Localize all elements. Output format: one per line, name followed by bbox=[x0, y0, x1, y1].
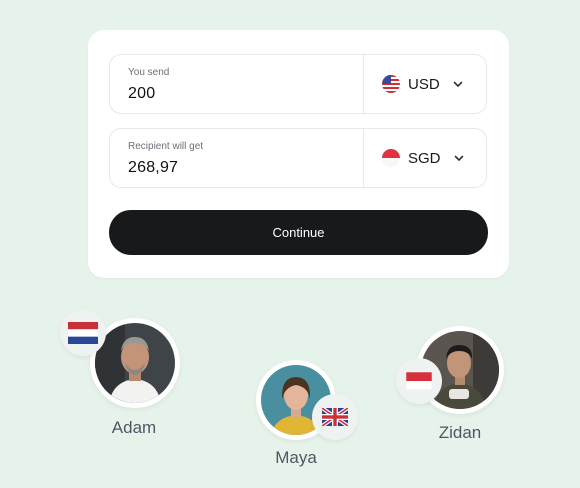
person-name: Adam bbox=[111, 418, 157, 437]
uk-flag-badge bbox=[312, 394, 358, 440]
chevron-down-icon bbox=[454, 155, 463, 161]
sg-flag-icon bbox=[382, 149, 400, 167]
indonesia-flag-icon bbox=[406, 372, 432, 390]
chevron-down-icon bbox=[453, 81, 462, 87]
avatar-photo bbox=[95, 323, 175, 403]
uk-flag-icon bbox=[322, 408, 348, 426]
send-amount-field[interactable]: You send 200 USD bbox=[109, 54, 487, 114]
field-divider bbox=[363, 55, 364, 113]
send-currency-code: USD bbox=[408, 75, 440, 93]
indonesia-flag-badge bbox=[396, 358, 442, 404]
receive-amount-value: 268,97 bbox=[128, 159, 179, 176]
netherlands-flag-badge bbox=[60, 310, 106, 356]
person-name: Zidan bbox=[438, 423, 482, 442]
send-currency-select[interactable]: USD bbox=[372, 55, 484, 113]
person-name: Maya bbox=[275, 448, 317, 467]
receive-currency-select[interactable]: SGD bbox=[372, 129, 484, 187]
receive-currency-code: SGD bbox=[408, 149, 441, 167]
netherlands-flag-icon bbox=[68, 322, 98, 344]
field-divider bbox=[363, 129, 364, 187]
currency-converter-card: You send 200 USD Recipient will get 268,… bbox=[88, 30, 509, 278]
send-amount-input[interactable]: 200 bbox=[128, 85, 155, 103]
us-flag-icon bbox=[382, 75, 400, 93]
receive-amount-field[interactable]: Recipient will get 268,97 SGD bbox=[109, 128, 487, 188]
receive-label: Recipient will get bbox=[128, 141, 204, 152]
continue-button[interactable]: Continue bbox=[109, 210, 488, 255]
send-label: You send bbox=[128, 67, 170, 78]
